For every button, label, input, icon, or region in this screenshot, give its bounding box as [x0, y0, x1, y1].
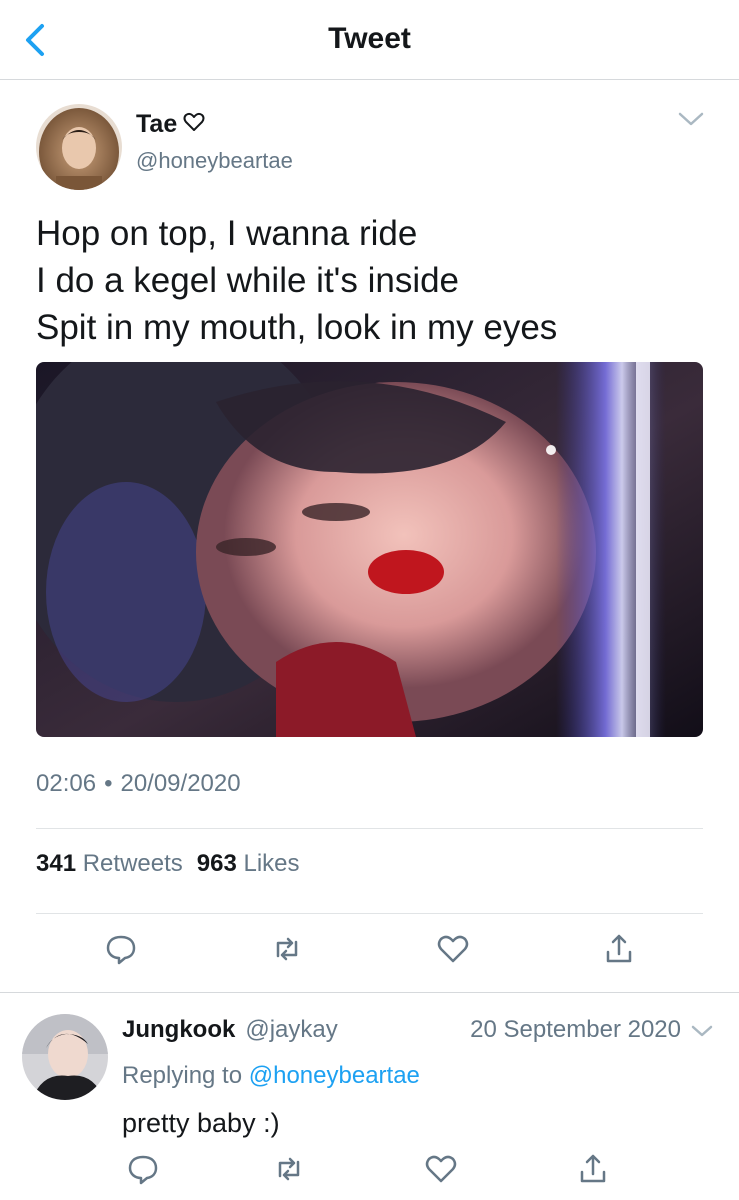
replying-to-link[interactable]: @honeybeartae	[249, 1062, 420, 1089]
chevron-down-icon	[678, 112, 704, 126]
author-name-text: Tae	[136, 110, 178, 138]
like-button[interactable]	[424, 1152, 458, 1186]
comment-icon	[106, 935, 136, 965]
tweet-date: 20/09/2020	[120, 770, 241, 797]
likes-stat[interactable]: 963 Likes	[197, 850, 300, 878]
reply-author-name[interactable]: Jungkook	[122, 1016, 235, 1044]
retweets-label: Retweets	[82, 850, 183, 877]
share-button[interactable]	[602, 932, 636, 966]
likes-count: 963	[196, 850, 237, 877]
tweet-actions	[0, 932, 739, 982]
retweets-count: 341	[36, 850, 77, 877]
replying-to: Replying to @honeybeartae	[122, 1062, 420, 1090]
comment-icon	[128, 1155, 158, 1185]
author-handle[interactable]: @honeybeartae	[136, 148, 293, 174]
photo-image	[36, 362, 703, 737]
share-icon	[606, 934, 632, 963]
reply-header: Jungkook @jaykay	[122, 1016, 338, 1044]
tweet-stats: 341 Retweets 963 Likes	[36, 850, 300, 878]
divider	[36, 828, 703, 829]
tweet-text-line: I do a kegel while it's inside	[36, 261, 460, 300]
chevron-down-icon	[691, 1025, 713, 1037]
share-icon	[580, 1154, 606, 1183]
reply-tweet[interactable]: Jungkook @jaykay 20 September 2020 Reply…	[0, 992, 739, 1200]
divider	[36, 913, 703, 914]
tweet-timestamp: 02:06 • 20/09/2020	[36, 770, 241, 798]
retweet-icon	[276, 937, 298, 961]
tweet-time: 02:06	[36, 770, 97, 797]
reply-options-button[interactable]	[689, 1020, 715, 1042]
page-title: Tweet	[328, 22, 411, 55]
heart-icon	[425, 1155, 457, 1183]
retweet-button[interactable]	[272, 1152, 306, 1186]
tweet-text: Hop on top, I wanna ride I do a kegel wh…	[36, 210, 706, 351]
reply-button[interactable]	[104, 932, 138, 966]
like-button[interactable]	[436, 932, 470, 966]
tweet-text-line: Hop on top, I wanna ride	[36, 214, 418, 253]
reply-button[interactable]	[126, 1152, 160, 1186]
retweet-icon	[278, 1157, 300, 1181]
dot-separator: •	[104, 770, 113, 797]
reply-author-handle[interactable]: @jaykay	[245, 1016, 337, 1044]
share-button[interactable]	[576, 1152, 610, 1186]
reply-author-avatar[interactable]	[22, 1014, 108, 1100]
heart-emoji-icon	[183, 110, 205, 139]
avatar-image	[22, 1014, 108, 1100]
tweet-text-line: Spit in my mouth, look in my eyes	[36, 308, 558, 347]
likes-label: Likes	[243, 850, 300, 877]
tweet-options-button[interactable]	[676, 106, 706, 132]
tweet-media-photo[interactable]	[36, 362, 703, 737]
avatar-image	[36, 104, 122, 190]
author-avatar[interactable]	[36, 104, 122, 190]
heart-icon	[437, 935, 469, 963]
reply-text: pretty baby :)	[122, 1108, 280, 1138]
replying-prefix: Replying to	[122, 1062, 243, 1089]
nav-bar: Tweet	[0, 0, 739, 80]
author-name[interactable]: Tae	[136, 110, 205, 139]
retweet-button[interactable]	[270, 932, 304, 966]
retweets-stat[interactable]: 341 Retweets	[36, 850, 183, 878]
reply-date: 20 September 2020	[470, 1016, 681, 1043]
reply-actions	[0, 1152, 739, 1192]
